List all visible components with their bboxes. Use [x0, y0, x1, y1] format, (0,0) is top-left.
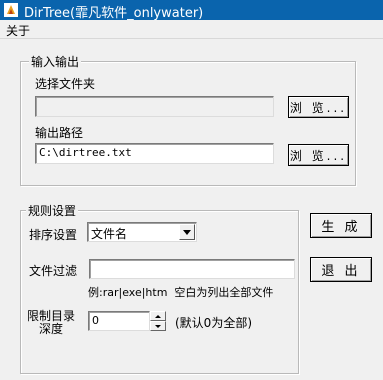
title-bar[interactable]: DirTree(霏凡软件_onlywater): [0, 0, 383, 21]
output-path-label: 输出路径: [35, 126, 84, 140]
spin-down-button[interactable]: [150, 321, 166, 331]
filter-hint: 例:rar|exe|htm 空白为列出全部文件: [88, 286, 274, 299]
depth-hint: (默认0为全部): [175, 316, 252, 330]
generate-button[interactable]: 生 成: [310, 213, 372, 238]
browse-output-button[interactable]: 浏 览...: [288, 144, 349, 166]
window-title: DirTree(霏凡软件_onlywater): [24, 6, 204, 21]
depth-field[interactable]: 0: [88, 311, 150, 331]
sort-select[interactable]: 文件名: [87, 222, 197, 242]
filter-field[interactable]: [89, 259, 295, 279]
depth-label-line2: 深度: [39, 322, 64, 336]
chevron-down-icon[interactable]: [179, 224, 195, 240]
sort-label: 排序设置: [29, 228, 78, 242]
io-group-legend: 输入输出: [29, 53, 82, 70]
sort-select-value: 文件名: [91, 227, 128, 241]
menu-bar: 关于: [0, 20, 383, 39]
browse-folder-button[interactable]: 浏 览...: [288, 96, 349, 118]
exit-button[interactable]: 退 出: [310, 257, 372, 282]
folder-field[interactable]: [35, 96, 274, 117]
app-icon: [4, 3, 18, 17]
folder-label: 选择文件夹: [35, 77, 96, 91]
menu-about[interactable]: 关于: [6, 22, 30, 39]
rules-group-legend: 规则设置: [26, 202, 79, 219]
spin-up-button[interactable]: [150, 311, 166, 321]
output-path-field[interactable]: C:\dirtree.txt: [35, 143, 274, 164]
filter-label: 文件过滤: [29, 264, 78, 278]
